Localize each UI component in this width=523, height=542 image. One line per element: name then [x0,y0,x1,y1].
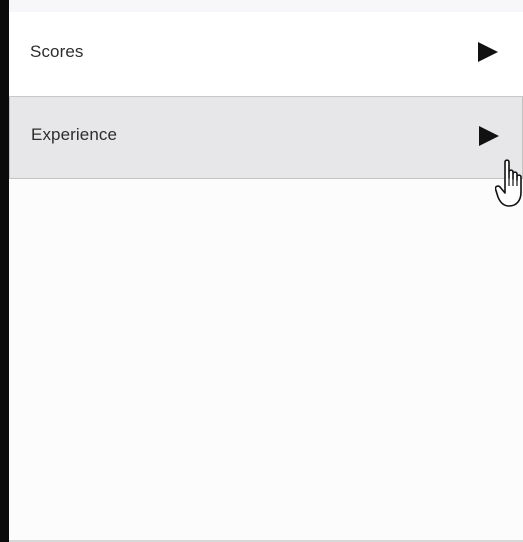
menu-list: Scores Experience [9,12,523,179]
menu-item-label: Scores [30,42,84,61]
top-strip [9,0,523,12]
chevron-right-icon [478,42,498,62]
left-border [0,0,9,542]
menu-item-scores[interactable]: Scores [9,12,523,97]
chevron-right-icon [479,126,499,146]
menu-item-experience[interactable]: Experience [9,97,523,179]
menu-item-label: Experience [31,125,118,144]
